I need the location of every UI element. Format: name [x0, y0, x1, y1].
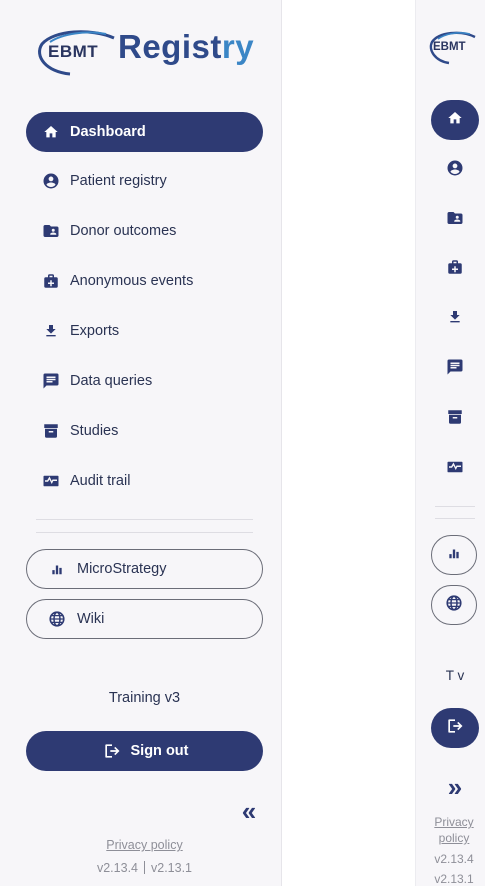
- version-info: v2.13.4 v2.13.1: [26, 861, 263, 875]
- folder-user-icon: [41, 221, 61, 241]
- sign-out-button[interactable]: Sign out: [26, 731, 263, 771]
- microstrategy-link[interactable]: MicroStrategy: [26, 549, 263, 589]
- mini-nav-exports[interactable]: [431, 299, 479, 339]
- home-icon: [447, 110, 463, 131]
- medical-bag-icon: [446, 258, 464, 281]
- account-circle-icon: [41, 171, 61, 191]
- sign-out-label: Sign out: [130, 743, 189, 759]
- account-circle-icon: [446, 159, 464, 182]
- pulse-monitor-icon: [41, 471, 61, 491]
- nav-label: Audit trail: [70, 473, 131, 489]
- privacy-line-1: Privacy: [434, 815, 474, 829]
- bar-chart-icon: [47, 559, 67, 579]
- mini-backend-version: v2.13.1: [434, 872, 474, 886]
- nav-item-studies[interactable]: Studies: [26, 411, 263, 451]
- nav-item-dashboard[interactable]: Dashboard: [26, 112, 263, 152]
- nav-label: Studies: [70, 423, 119, 439]
- nav-label: Data queries: [70, 373, 153, 389]
- nav-label: Anonymous events: [70, 273, 194, 289]
- nav-label: Donor outcomes: [70, 223, 177, 239]
- privacy-policy-link[interactable]: Privacy policy: [26, 838, 263, 852]
- globe-icon: [47, 609, 67, 629]
- logo-word-main: Regist: [118, 28, 222, 65]
- frontend-version: v2.13.4: [96, 861, 138, 875]
- download-icon: [41, 321, 61, 341]
- nav-item-anonymous-events[interactable]: Anonymous events: [26, 261, 263, 301]
- double-chevron-right-icon: »: [447, 772, 463, 802]
- message-text-icon: [446, 358, 464, 381]
- app-stage: EBMT Registry Dashboard Patient registry…: [0, 0, 485, 886]
- nav-label: Patient registry: [70, 173, 167, 189]
- mini-nav-audit-trail[interactable]: [431, 449, 479, 489]
- nav-item-audit-trail[interactable]: Audit trail: [26, 461, 263, 501]
- archive-icon: [446, 408, 464, 431]
- nav-label: Exports: [70, 323, 120, 339]
- collapse-sidebar-button[interactable]: «: [236, 798, 262, 824]
- home-icon: [41, 122, 61, 142]
- folder-user-icon: [446, 209, 464, 232]
- download-icon: [447, 309, 463, 330]
- wiki-link[interactable]: Wiki: [26, 599, 263, 639]
- wiki-label: Wiki: [77, 611, 105, 627]
- logo-word-accent: ry: [221, 28, 255, 65]
- logo-prefix: EBMT: [48, 42, 99, 61]
- nav-label: Dashboard: [70, 124, 146, 140]
- mini-nav-divider-bottom: [435, 518, 475, 519]
- privacy-line-2: policy: [438, 831, 470, 845]
- nav-divider-bottom: [36, 532, 253, 533]
- version-separator: [144, 861, 145, 874]
- mini-environment-label: T v: [445, 668, 465, 683]
- pulse-monitor-icon: [446, 458, 464, 481]
- mini-nav-studies[interactable]: [431, 399, 479, 439]
- nav-item-patient-registry[interactable]: Patient registry: [26, 161, 263, 201]
- message-text-icon: [41, 371, 61, 391]
- double-chevron-left-icon: «: [241, 796, 257, 826]
- mini-nav-anonymous-events[interactable]: [431, 249, 479, 289]
- mini-privacy-policy-link[interactable]: Privacy policy: [422, 814, 485, 846]
- nav-item-data-queries[interactable]: Data queries: [26, 361, 263, 401]
- mini-wiki-link[interactable]: [431, 585, 477, 625]
- ebmt-mini-logo[interactable]: EBMT: [429, 30, 479, 66]
- mini-nav-data-queries[interactable]: [431, 349, 479, 389]
- mini-sign-out-button[interactable]: [431, 708, 479, 748]
- nav-item-donor-outcomes[interactable]: Donor outcomes: [26, 211, 263, 251]
- ebmt-registry-logo[interactable]: EBMT Registry: [36, 28, 256, 78]
- mini-nav-donor-outcomes[interactable]: [431, 200, 479, 240]
- expanded-sidebar: EBMT Registry Dashboard Patient registry…: [0, 0, 282, 886]
- mini-nav-dashboard[interactable]: [431, 100, 479, 140]
- mini-microstrategy-link[interactable]: [431, 535, 477, 575]
- mini-nav-patient-registry[interactable]: [431, 150, 479, 190]
- backend-version: v2.13.1: [151, 861, 193, 875]
- expand-sidebar-button[interactable]: »: [442, 774, 468, 800]
- logo-word: Registry: [118, 28, 254, 66]
- mini-nav-divider-top: [435, 506, 475, 507]
- bar-chart-icon: [447, 546, 461, 565]
- microstrategy-label: MicroStrategy: [77, 561, 167, 577]
- collapsed-sidebar: EBMT T v » Privacy policy v2.13.4 v2.13.…: [415, 0, 485, 886]
- mini-logo-prefix: EBMT: [433, 41, 466, 53]
- nav-divider-top: [36, 519, 253, 520]
- archive-icon: [41, 421, 61, 441]
- nav-item-exports[interactable]: Exports: [26, 311, 263, 351]
- logout-icon: [101, 740, 123, 762]
- environment-label: Training v3: [108, 690, 181, 706]
- logout-icon: [445, 716, 465, 741]
- globe-icon: [445, 594, 463, 617]
- mini-frontend-version: v2.13.4: [434, 852, 474, 866]
- medical-bag-icon: [41, 271, 61, 291]
